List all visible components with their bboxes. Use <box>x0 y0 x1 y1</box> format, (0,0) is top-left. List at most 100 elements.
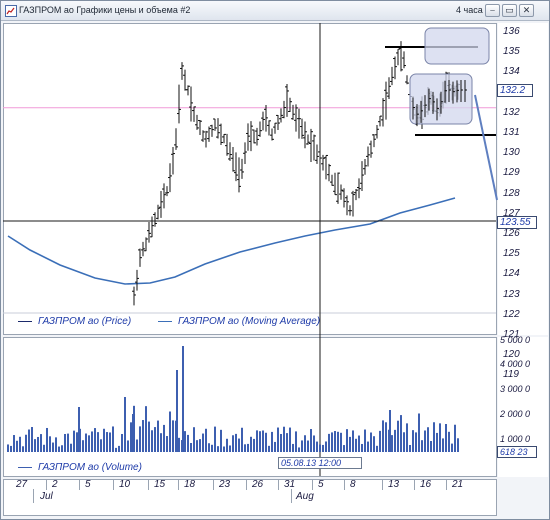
volume-bar <box>226 438 228 452</box>
volume-bar <box>322 444 324 452</box>
volume-bar <box>307 440 309 452</box>
price-tick-label: 125 <box>503 248 520 260</box>
volume-bar <box>139 426 141 452</box>
volume-bar <box>451 443 453 452</box>
volume-bar <box>49 436 51 452</box>
price-tick-label: 134 <box>503 66 520 78</box>
volume-tick-label: 5 000 0 <box>500 335 531 345</box>
volume-bar <box>229 445 231 452</box>
projection-arrow <box>474 94 498 201</box>
date-tick-separator <box>46 479 47 490</box>
price-tick-label: 122 <box>503 308 520 320</box>
volume-bar <box>238 438 240 452</box>
price-tick-label: 131 <box>503 127 520 138</box>
volume-bar <box>394 429 396 452</box>
volume-bar <box>391 435 393 452</box>
volume-bar <box>274 441 276 452</box>
price-tick-label: 135 <box>503 46 520 58</box>
date-tick-separator <box>278 479 279 490</box>
volume-bar <box>268 445 270 452</box>
volume-bar <box>445 424 447 452</box>
volume-bar <box>169 411 171 452</box>
volume-bar <box>85 433 87 452</box>
date-tick-label: 8 <box>350 479 356 490</box>
price-tick-label: 123 <box>503 288 520 300</box>
volume-bar <box>409 444 411 452</box>
date-tick-separator <box>148 479 149 490</box>
date-tick-separator <box>382 479 383 490</box>
volume-bar <box>364 429 366 452</box>
price-tick-label: 129 <box>503 167 520 179</box>
volume-bar <box>109 432 111 452</box>
volume-legend: ГАЗПРОМ ао (Volume) <box>18 462 142 473</box>
date-tick-label: 5 <box>318 479 324 490</box>
volume-bar <box>132 414 134 452</box>
volume-bar <box>415 432 417 452</box>
volume-bar <box>400 415 402 452</box>
volume-bar <box>124 396 126 452</box>
volume-bar <box>94 428 96 452</box>
volume-bar <box>19 436 21 452</box>
price-tick-label: 119 <box>503 369 519 381</box>
volume-bar <box>358 435 360 452</box>
volume-bar <box>166 436 168 452</box>
volume-bar <box>379 430 381 452</box>
date-tick-label: 13 <box>388 479 400 490</box>
price-tick-label: 126 <box>503 228 520 239</box>
volume-bar <box>439 423 441 452</box>
volume-bar <box>436 432 438 452</box>
price-tick-label: 130 <box>503 147 520 159</box>
volume-bar <box>382 420 384 452</box>
volume-bar <box>13 435 15 452</box>
ma-legend-swatch <box>158 320 172 322</box>
cursor-price-label: 123.55 <box>497 216 537 229</box>
volume-bar <box>58 446 60 452</box>
date-tick-label: 18 <box>184 479 196 490</box>
volume-bar <box>214 426 216 452</box>
month-separator-jul <box>33 489 34 503</box>
volume-bar <box>433 422 435 452</box>
volume-bar <box>277 427 279 452</box>
volume-tick-label: 3 000 0 <box>500 384 531 394</box>
volume-bar <box>211 444 213 452</box>
volume-bar <box>292 443 294 452</box>
ma-legend: ГАЗПРОМ ао (Moving Average) <box>158 316 320 327</box>
volume-bar <box>25 434 27 452</box>
volume-bar <box>172 420 174 452</box>
volume-bar <box>182 346 184 452</box>
volume-bar <box>448 431 450 452</box>
volume-bar <box>130 422 132 452</box>
volume-bar <box>88 435 90 452</box>
volume-bar <box>160 433 162 452</box>
volume-bar <box>34 439 36 452</box>
date-tick-label: 10 <box>119 479 131 490</box>
volume-bar <box>337 431 339 452</box>
volume-bar <box>247 443 249 452</box>
volume-bar <box>241 427 243 452</box>
volume-bar <box>334 431 336 452</box>
volume-bar <box>389 410 391 452</box>
volume-bar <box>121 433 123 452</box>
date-tick-separator <box>79 479 80 490</box>
date-tick-label: 15 <box>154 479 166 490</box>
volume-bar <box>103 428 105 452</box>
volume-bar <box>256 430 258 452</box>
volume-bar <box>184 431 186 452</box>
volume-bar <box>361 443 363 452</box>
volume-bar <box>304 435 306 452</box>
volume-bar <box>136 439 138 452</box>
date-tick-label: 5 <box>85 479 91 490</box>
moving-average-line <box>7 197 456 285</box>
volume-bar <box>397 420 399 452</box>
volume-bar <box>262 430 264 452</box>
volume-bar <box>370 432 372 452</box>
volume-bar <box>76 432 78 452</box>
volume-bar <box>349 436 351 452</box>
volume-bar <box>31 427 33 452</box>
volume-bar <box>127 440 129 452</box>
volume-bar <box>244 444 246 452</box>
date-tick-separator <box>113 479 114 490</box>
volume-bar <box>16 440 18 452</box>
date-tick-label: 21 <box>452 479 464 490</box>
date-tick-label: 23 <box>219 479 231 490</box>
